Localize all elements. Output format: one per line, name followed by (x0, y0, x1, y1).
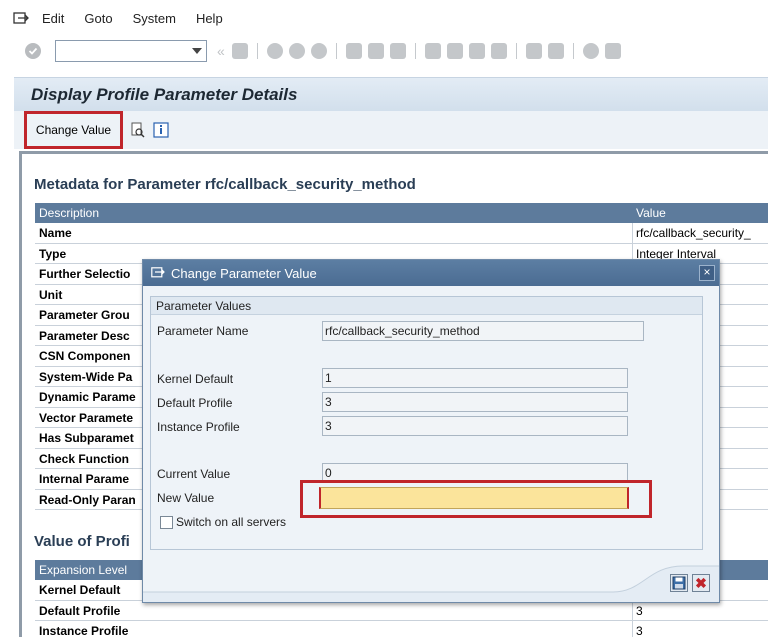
last-page-icon[interactable] (490, 43, 507, 59)
page-title: Display Profile Parameter Details (31, 84, 298, 104)
new-session-icon[interactable] (525, 43, 542, 59)
where-used-icon[interactable] (130, 122, 146, 138)
instance-profile-label: Instance Profile (157, 420, 240, 434)
find-icon[interactable] (367, 43, 384, 59)
param-name-field: rfc/callback_security_method (322, 321, 644, 341)
change-parameter-dialog: Change Parameter Value × Parameter Value… (142, 259, 720, 603)
toolbar-separator (414, 43, 416, 59)
table-row[interactable]: Default Profile 3 (35, 600, 768, 621)
command-dropdown-icon[interactable] (192, 48, 202, 54)
dialog-title: Change Parameter Value (171, 265, 317, 281)
layout-menu-icon[interactable] (604, 43, 621, 59)
toolbar-separator (572, 43, 574, 59)
nav-back-arrow-icon[interactable]: « (217, 43, 225, 59)
kernel-default-label: Kernel Default (157, 372, 234, 386)
dialog-title-bar[interactable]: Change Parameter Value × (143, 260, 719, 286)
switch-all-servers-label: Switch on all servers (176, 515, 287, 529)
param-name-label: Parameter Name (157, 324, 249, 338)
col-value-header: Value (636, 206, 666, 220)
dialog-close-icon[interactable]: × (699, 265, 715, 281)
menu-goto[interactable]: Goto (84, 11, 112, 26)
change-value-button[interactable]: Change Value (24, 111, 123, 149)
menu-help[interactable]: Help (196, 11, 223, 26)
instance-profile-field: 3 (322, 416, 628, 436)
col-expansion-header: Expansion Level (39, 563, 128, 577)
next-page-icon[interactable] (468, 43, 485, 59)
current-value-label: Current Value (157, 467, 231, 481)
toolbar-separator (335, 43, 337, 59)
new-value-input[interactable] (319, 487, 629, 509)
previous-page-icon[interactable] (446, 43, 463, 59)
values-section-title: Value of Profi (34, 533, 130, 550)
screen-title-bar: Display Profile Parameter Details (14, 77, 768, 111)
shortcut-icon[interactable] (547, 43, 564, 59)
command-field[interactable] (55, 40, 207, 62)
first-page-icon[interactable] (424, 43, 441, 59)
menu-system[interactable]: System (133, 11, 176, 26)
col-description-header: Description (39, 206, 100, 220)
kernel-default-field: 1 (322, 368, 628, 388)
save-icon[interactable] (231, 43, 248, 59)
dialog-cancel-button[interactable]: ✖ (692, 574, 710, 592)
back-icon[interactable] (266, 43, 283, 59)
switch-all-servers-checkbox[interactable]: Switch on all servers (160, 515, 286, 529)
change-value-label: Change Value (35, 123, 112, 137)
dialog-window-icon (151, 267, 165, 279)
help-icon[interactable] (582, 43, 599, 59)
menu-exit-icon[interactable] (12, 11, 30, 25)
group-title: Parameter Values (151, 297, 702, 315)
metadata-section-title: Metadata for Parameter rfc/callback_secu… (34, 176, 416, 193)
cancel-icon: ✖ (695, 574, 707, 591)
save-icon (672, 576, 686, 590)
dialog-decoration (143, 565, 719, 602)
exit-icon[interactable] (288, 43, 305, 59)
menubar: Edit Goto System Help (0, 0, 768, 36)
find-next-icon[interactable] (389, 43, 406, 59)
table-row[interactable]: Name rfc/callback_security_ (35, 223, 768, 244)
application-toolbar: Change Value (14, 111, 768, 149)
menu-edit[interactable]: Edit (42, 11, 64, 26)
new-value-label: New Value (157, 491, 215, 505)
info-icon[interactable] (153, 122, 169, 138)
cancel-icon[interactable] (310, 43, 327, 59)
toolbar-separator (256, 43, 258, 59)
metadata-table-header: Description Value (35, 203, 768, 223)
toolbar-separator (515, 43, 517, 59)
dialog-save-button[interactable] (670, 574, 688, 592)
standard-toolbar: « (0, 36, 768, 66)
enter-check-icon[interactable] (25, 43, 41, 59)
default-profile-field: 3 (322, 392, 628, 412)
table-row[interactable]: Instance Profile 3 (35, 621, 768, 637)
checkbox-box[interactable] (160, 515, 173, 529)
print-icon[interactable] (345, 43, 362, 59)
default-profile-label: Default Profile (157, 396, 233, 410)
